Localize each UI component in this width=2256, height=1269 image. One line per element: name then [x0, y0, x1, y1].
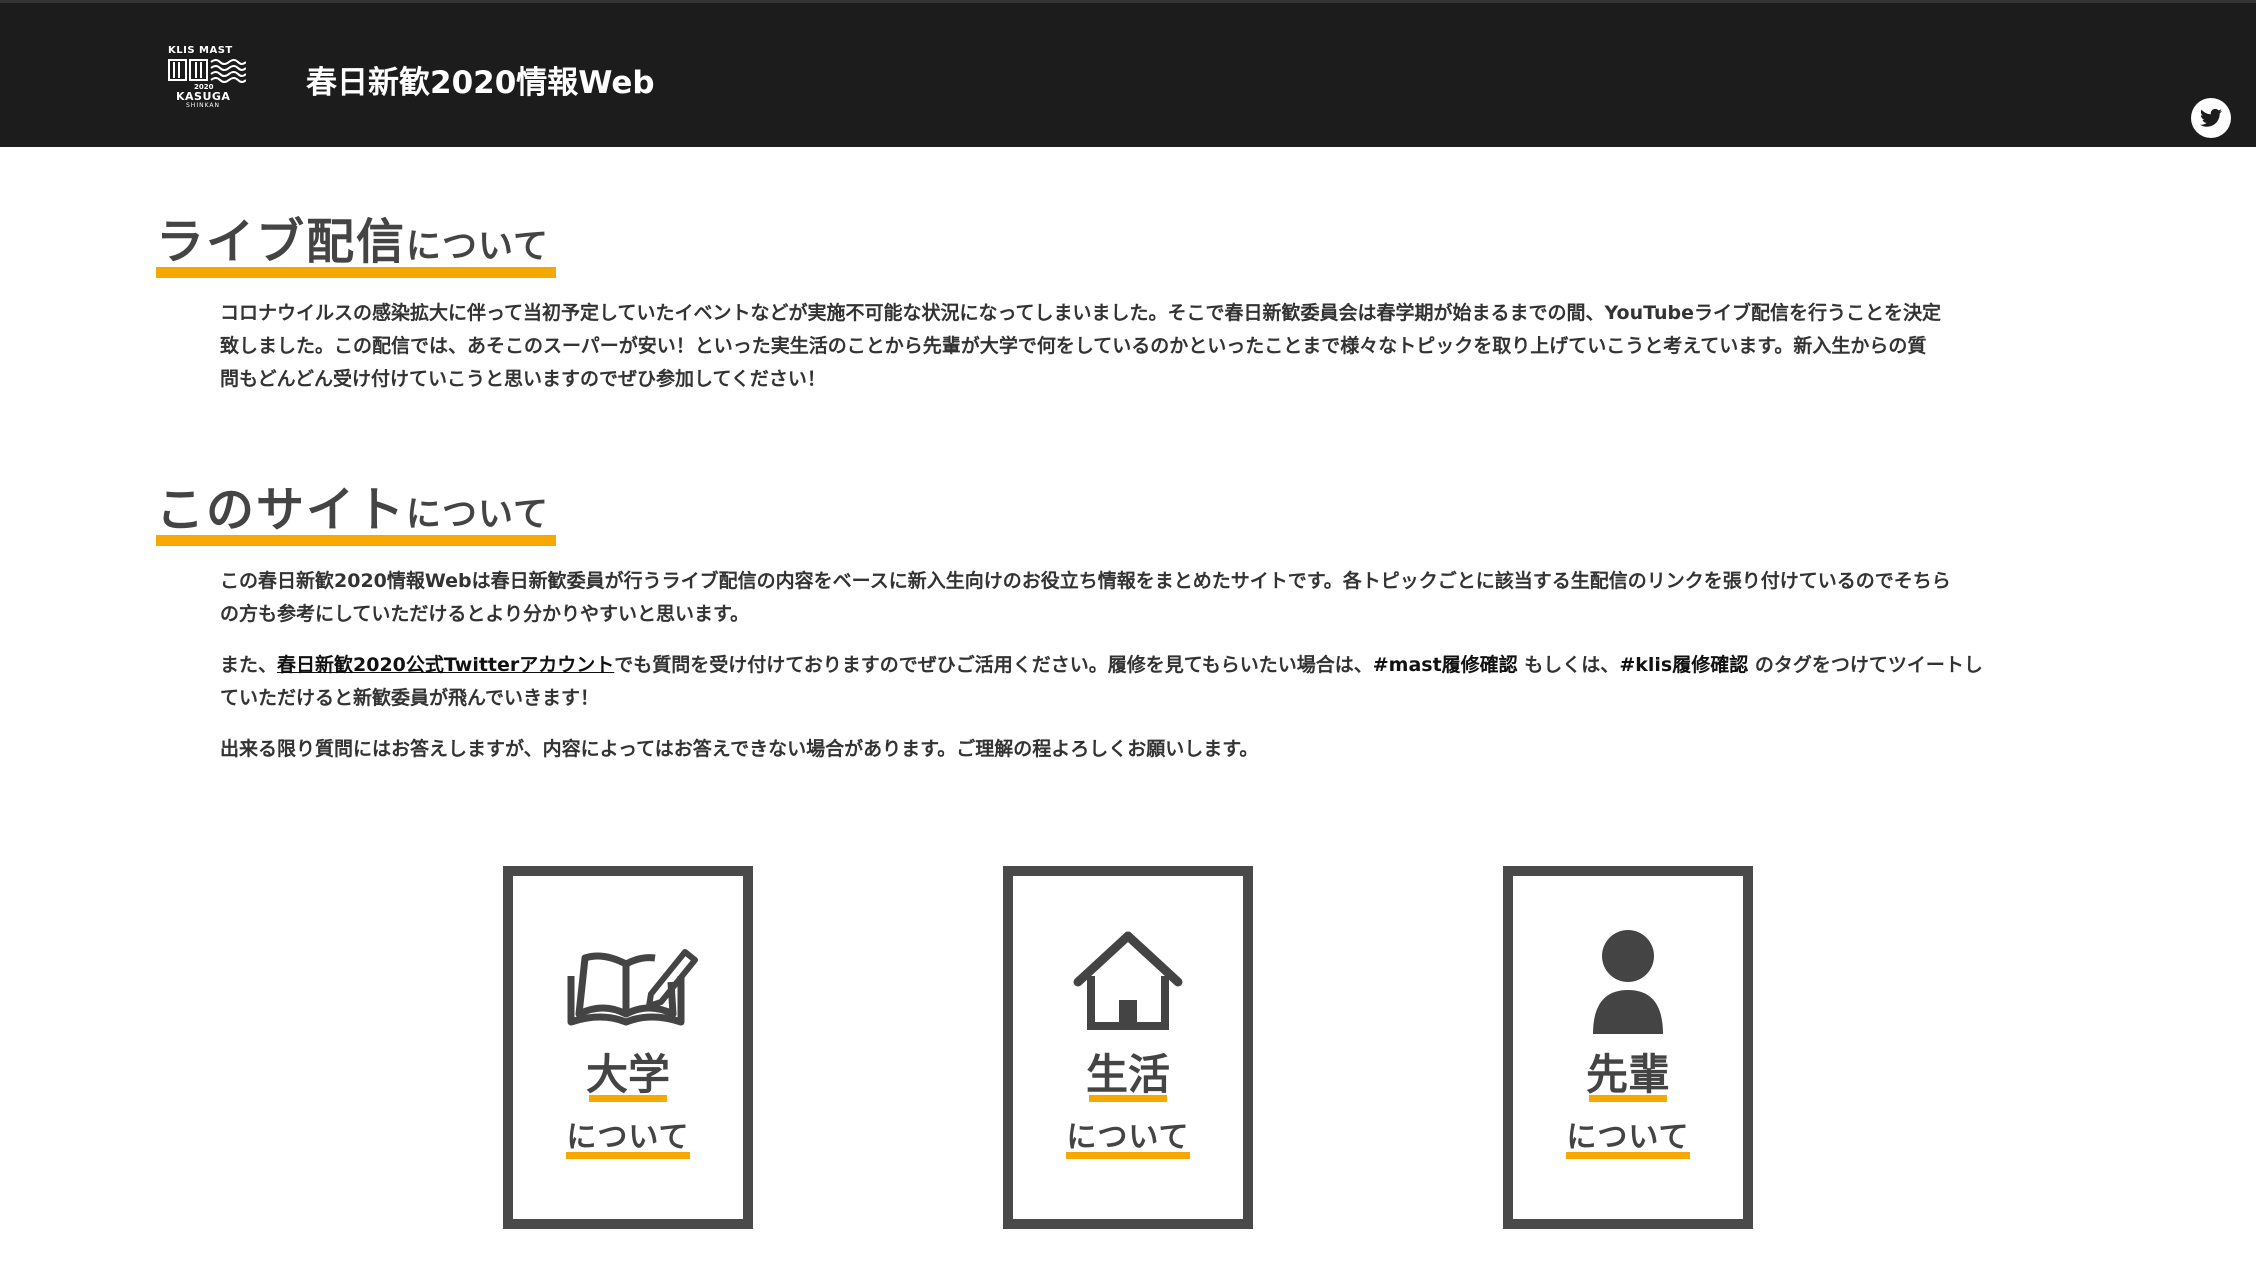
- card-title: 大学: [585, 1050, 670, 1099]
- site-paragraph-line: の方も参考にしていただけるとより分かりやすいと思います。: [220, 603, 750, 625]
- site-paragraph-line: 出来る限り質問にはお答えしますが、内容によってはお答えできない場合があります。ご…: [220, 738, 1259, 760]
- card-title: 先輩: [1585, 1050, 1670, 1099]
- logo-top-text: KLIS MAST: [168, 45, 233, 56]
- card-university[interactable]: 大学 について: [503, 866, 753, 1229]
- logo-wave-icon: [210, 59, 246, 83]
- card-subtitle: について: [1066, 1120, 1190, 1155]
- card-subtitle-underline: [1066, 1152, 1190, 1159]
- site-paragraph-line: この春日新歓2020情報Webは春日新歓委員が行うライブ配信の内容をベースに新入…: [220, 570, 1951, 592]
- site-logo[interactable]: KLIS MAST 2020 KASUGA SHINKAN: [166, 45, 248, 109]
- twitter-account-link[interactable]: 春日新歓2020公式Twitterアカウント: [277, 654, 614, 676]
- site-paragraph-line: ていただけると新歓委員が飛んでいきます！: [220, 687, 600, 709]
- text-span: もしくは、: [1517, 654, 1620, 676]
- site-heading-big: このサイト: [156, 482, 407, 538]
- live-paragraph-line: 致しました。この配信では、あそこのスーパーが安い！といった実生活のことから先輩が…: [220, 335, 1927, 357]
- hashtag-mast: #mast履修確認: [1372, 654, 1518, 676]
- live-paragraph-line: コロナウイルスの感染拡大に伴って当初予定していたイベントなどが実施不可能な状況に…: [220, 302, 1942, 324]
- twitter-icon: [2200, 108, 2222, 127]
- text-span: でも質問を受け付けておりますのでぜひご活用ください。履修を見てもらいたい場合は、: [614, 654, 1373, 676]
- open-book-pencil-icon: [567, 949, 698, 1026]
- hashtag-klis: #klis履修確認: [1619, 654, 1749, 676]
- logo-sub-text: SHINKAN: [186, 102, 220, 109]
- live-heading-small: について: [406, 227, 549, 267]
- text-span: のタグをつけてツイートし: [1748, 654, 1983, 676]
- site-paragraph-2: また、春日新歓2020公式Twitterアカウントでも質問を受け付けておりますの…: [220, 649, 2035, 715]
- site-header: KLIS MAST 2020 KASUGA SHINKAN 春日新歓2020情報…: [0, 0, 2256, 147]
- card-subtitle: について: [1566, 1120, 1690, 1155]
- site-heading: このサイトについて: [156, 470, 556, 546]
- card-subtitle-underline: [566, 1152, 690, 1159]
- live-heading-big: ライブ配信: [156, 214, 407, 270]
- site-heading-small: について: [406, 495, 549, 535]
- person-icon: [1593, 930, 1663, 1034]
- site-paragraph-line: また、春日新歓2020公式Twitterアカウントでも質問を受け付けておりますの…: [220, 649, 2035, 682]
- twitter-link[interactable]: [2191, 98, 2231, 138]
- card-title: 生活: [1085, 1050, 1170, 1099]
- site-heading-underline: [156, 535, 556, 546]
- site-title[interactable]: 春日新歓2020情報Web: [306, 57, 655, 102]
- live-paragraph-line: 問もどんどん受け付けていこうと思いますのでぜひ参加してください！: [220, 368, 826, 390]
- card-title-underline: [1089, 1095, 1167, 1102]
- live-heading-underline: [156, 267, 556, 278]
- live-heading: ライブ配信について: [156, 202, 556, 278]
- card-subtitle-underline: [1566, 1152, 1690, 1159]
- card-subtitle: について: [566, 1120, 690, 1155]
- logo-book-icon: [168, 59, 208, 81]
- card-life[interactable]: 生活 について: [1003, 866, 1253, 1229]
- card-title-underline: [1589, 1095, 1667, 1102]
- house-icon: [1073, 931, 1183, 1030]
- text-span: また、: [220, 654, 278, 676]
- card-senpai[interactable]: 先輩 について: [1503, 866, 1753, 1229]
- live-paragraph: コロナウイルスの感染拡大に伴って当初予定していたイベントなどが実施不可能な状況に…: [220, 297, 2035, 396]
- card-title-underline: [589, 1095, 667, 1102]
- site-paragraph-1: この春日新歓2020情報Webは春日新歓委員が行うライブ配信の内容をベースに新入…: [220, 565, 2035, 631]
- site-paragraph-3: 出来る限り質問にはお答えしますが、内容によってはお答えできない場合があります。ご…: [220, 733, 2035, 766]
